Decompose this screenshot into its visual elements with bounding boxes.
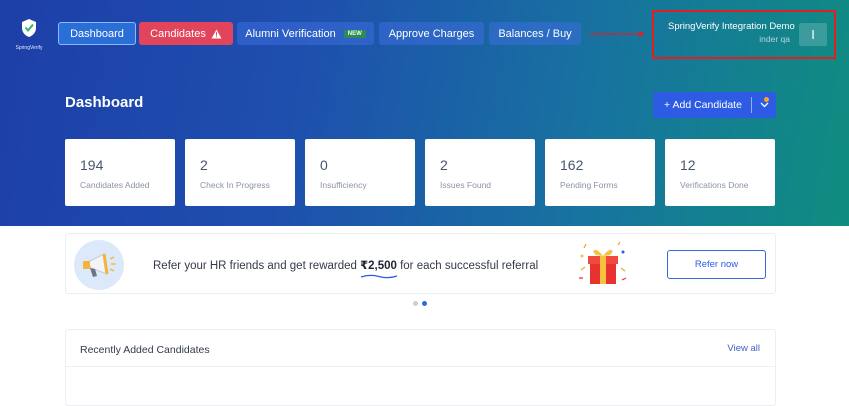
warning-icon [211,29,222,38]
stat-label: Pending Forms [560,180,618,190]
referral-text-before: Refer your HR friends and get rewarded [153,260,361,272]
stat-card-issues-found[interactable]: 2 Issues Found [425,139,535,206]
nav-candidates-button[interactable]: Candidates [139,22,233,45]
nav-dashboard-label: Dashboard [70,27,124,40]
stat-card-pending-forms[interactable]: 162 Pending Forms [545,139,655,206]
user-name: inder qa [759,34,790,44]
carousel-dot[interactable] [413,301,418,306]
logo-text: SpringVerify [15,45,43,51]
carousel-dot-active[interactable] [422,301,427,306]
recent-candidates-title: Recently Added Candidates [80,344,210,356]
nav-alumni-label: Alumni Verification [245,27,336,40]
add-candidate-button[interactable]: + Add Candidate [653,92,776,118]
gift-icon [579,241,627,284]
stat-value: 12 [680,157,696,173]
nav-approve-charges-button[interactable]: Approve Charges [379,22,484,45]
page-title: Dashboard [65,94,144,111]
referral-banner: Refer your HR friends and get rewarded ₹… [65,233,776,294]
annotation-arrow [590,31,645,37]
add-candidate-dropdown[interactable] [752,92,776,118]
stat-value: 162 [560,157,584,173]
stat-label: Check In Progress [200,180,270,190]
stat-value: 0 [320,157,328,173]
divider [66,366,775,367]
refer-now-button[interactable]: Refer now [667,250,766,279]
referral-amount: ₹2,500 [360,260,398,279]
nav-approve-label: Approve Charges [388,27,475,40]
nav-balances-button[interactable]: Balances / Buy [489,22,581,45]
amount-underline [360,274,398,279]
nav-candidates-label: Candidates [150,27,206,40]
chevron-down-icon [760,102,768,108]
springverify-logo[interactable]: SpringVerify [14,18,44,51]
stat-value: 194 [80,157,104,173]
nav-alumni-verification-button[interactable]: Alumni Verification NEW [237,22,374,45]
nav-dashboard-button[interactable]: Dashboard [58,22,136,45]
carousel-indicators [413,301,427,306]
add-candidate-label: + Add Candidate [664,99,742,111]
referral-text-after: for each successful referral [396,260,539,272]
stat-card-insufficiency[interactable]: 0 Insufficiency [305,139,415,206]
dashboard-hero: SpringVerify Dashboard Candidates Alumni… [0,0,849,226]
logo-icon [22,19,36,37]
referral-amount-value: ₹2,500 [360,260,397,272]
stat-label: Insufficiency [320,180,367,190]
stat-value: 2 [200,157,208,173]
company-name: SpringVerify Integration Demo [668,21,795,32]
nav-balances-label: Balances / Buy [498,27,572,40]
referral-message: Refer your HR friends and get rewarded ₹… [153,258,539,279]
stat-value: 2 [440,157,448,173]
stat-card-check-in-progress[interactable]: 2 Check In Progress [185,139,295,206]
profile-menu[interactable]: SpringVerify Integration Demo inder qa I [652,10,836,59]
stat-label: Issues Found [440,180,492,190]
view-all-link[interactable]: View all [727,343,760,354]
stat-card-verifications-done[interactable]: 12 Verifications Done [665,139,775,206]
recent-candidates-panel: Recently Added Candidates View all [65,329,776,406]
stat-label: Candidates Added [80,180,150,190]
stat-label: Verifications Done [680,180,749,190]
new-badge: NEW [343,29,366,38]
notification-dot [764,97,769,102]
megaphone-icon [74,240,124,290]
stat-card-candidates-added[interactable]: 194 Candidates Added [65,139,175,206]
avatar[interactable]: I [799,23,827,46]
